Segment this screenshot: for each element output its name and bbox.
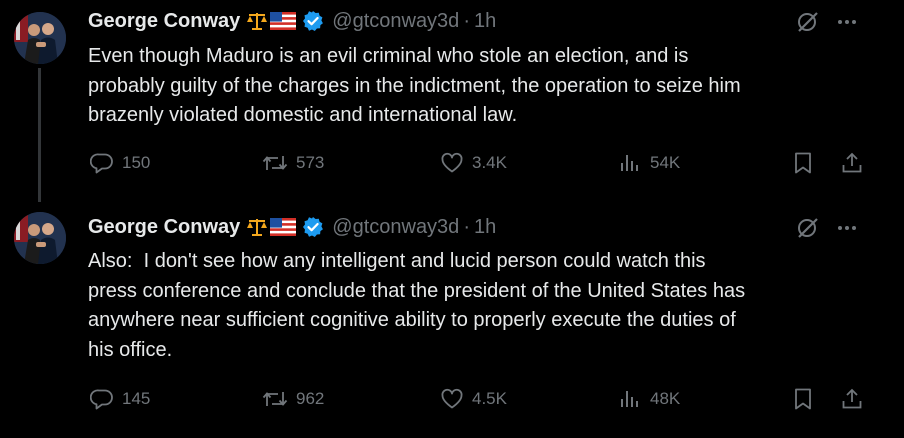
- repost-count: 962: [296, 389, 325, 408]
- tweet-header: George Conway @gtconway3d · 1h: [88, 214, 496, 240]
- timestamp[interactable]: 1h: [474, 216, 496, 239]
- like-count: 3.4K: [472, 153, 507, 172]
- repost-icon: [262, 392, 288, 406]
- us-flag-emoji: [270, 12, 297, 30]
- tweet-top-controls: [796, 10, 858, 34]
- separator-dot: ·: [463, 215, 470, 238]
- reply-button[interactable]: 145: [90, 384, 150, 414]
- views-button[interactable]: 48K: [618, 384, 680, 414]
- like-icon: [441, 152, 463, 173]
- repost-icon: [262, 156, 288, 170]
- reply-icon: [90, 153, 113, 174]
- tweet[interactable]: George Conway @gt: [0, 0, 904, 202]
- scales-emoji: [247, 13, 268, 30]
- views-count: 54K: [650, 153, 681, 172]
- tweet-top-controls: [796, 216, 858, 240]
- tweet-text: Also: I don't see how any intelligent an…: [88, 250, 746, 361]
- us-flag-emoji: [270, 218, 297, 236]
- reply-button[interactable]: 150: [90, 148, 150, 178]
- tweet-header: George Conway @gtconway3d · 1h: [88, 8, 496, 34]
- grok-icon[interactable]: [796, 10, 820, 34]
- bookmark-icon[interactable]: [792, 151, 814, 175]
- author-emoji: [246, 217, 297, 237]
- author-emoji: [246, 11, 297, 31]
- tweet-text: Even though Maduro is an evil criminal w…: [88, 45, 741, 126]
- verified-badge-icon[interactable]: [302, 10, 324, 32]
- like-count: 4.5K: [472, 389, 507, 408]
- reply-icon: [90, 389, 113, 410]
- like-button[interactable]: 3.4K: [440, 148, 507, 178]
- share-icon[interactable]: [840, 151, 864, 175]
- bookmark-icon[interactable]: [792, 387, 814, 411]
- repost-button[interactable]: 573: [262, 148, 324, 178]
- grok-icon[interactable]: [796, 216, 820, 240]
- action-bar-right: [792, 148, 864, 178]
- like-button[interactable]: 4.5K: [440, 384, 507, 414]
- reply-count: 145: [122, 389, 151, 408]
- author-handle[interactable]: @gtconway3d: [332, 216, 459, 239]
- avatar[interactable]: [14, 212, 66, 264]
- views-count: 48K: [650, 389, 681, 408]
- views-icon: [621, 391, 638, 407]
- verified-badge-icon[interactable]: [302, 216, 324, 238]
- separator-dot: ·: [463, 9, 470, 32]
- share-icon[interactable]: [840, 387, 864, 411]
- action-bar: 150 573 3.4K 54K: [0, 148, 904, 178]
- like-icon: [441, 388, 463, 409]
- action-bar-right: [792, 384, 864, 414]
- more-icon[interactable]: [836, 217, 858, 239]
- scales-emoji: [247, 219, 268, 236]
- author-name[interactable]: George Conway: [88, 216, 240, 239]
- repost-count: 573: [296, 153, 325, 172]
- author-handle[interactable]: @gtconway3d: [332, 10, 459, 33]
- views-button[interactable]: 54K: [618, 148, 680, 178]
- action-bar: 145 962 4.5K 48K: [0, 384, 904, 414]
- avatar[interactable]: [14, 12, 66, 64]
- author-name[interactable]: George Conway: [88, 10, 240, 33]
- thread-line: [38, 68, 41, 202]
- repost-button[interactable]: 962: [262, 384, 324, 414]
- more-icon[interactable]: [836, 11, 858, 33]
- tweet[interactable]: George Conway @gt: [0, 200, 904, 438]
- timestamp[interactable]: 1h: [474, 10, 496, 33]
- reply-count: 150: [122, 153, 151, 172]
- views-icon: [621, 155, 638, 171]
